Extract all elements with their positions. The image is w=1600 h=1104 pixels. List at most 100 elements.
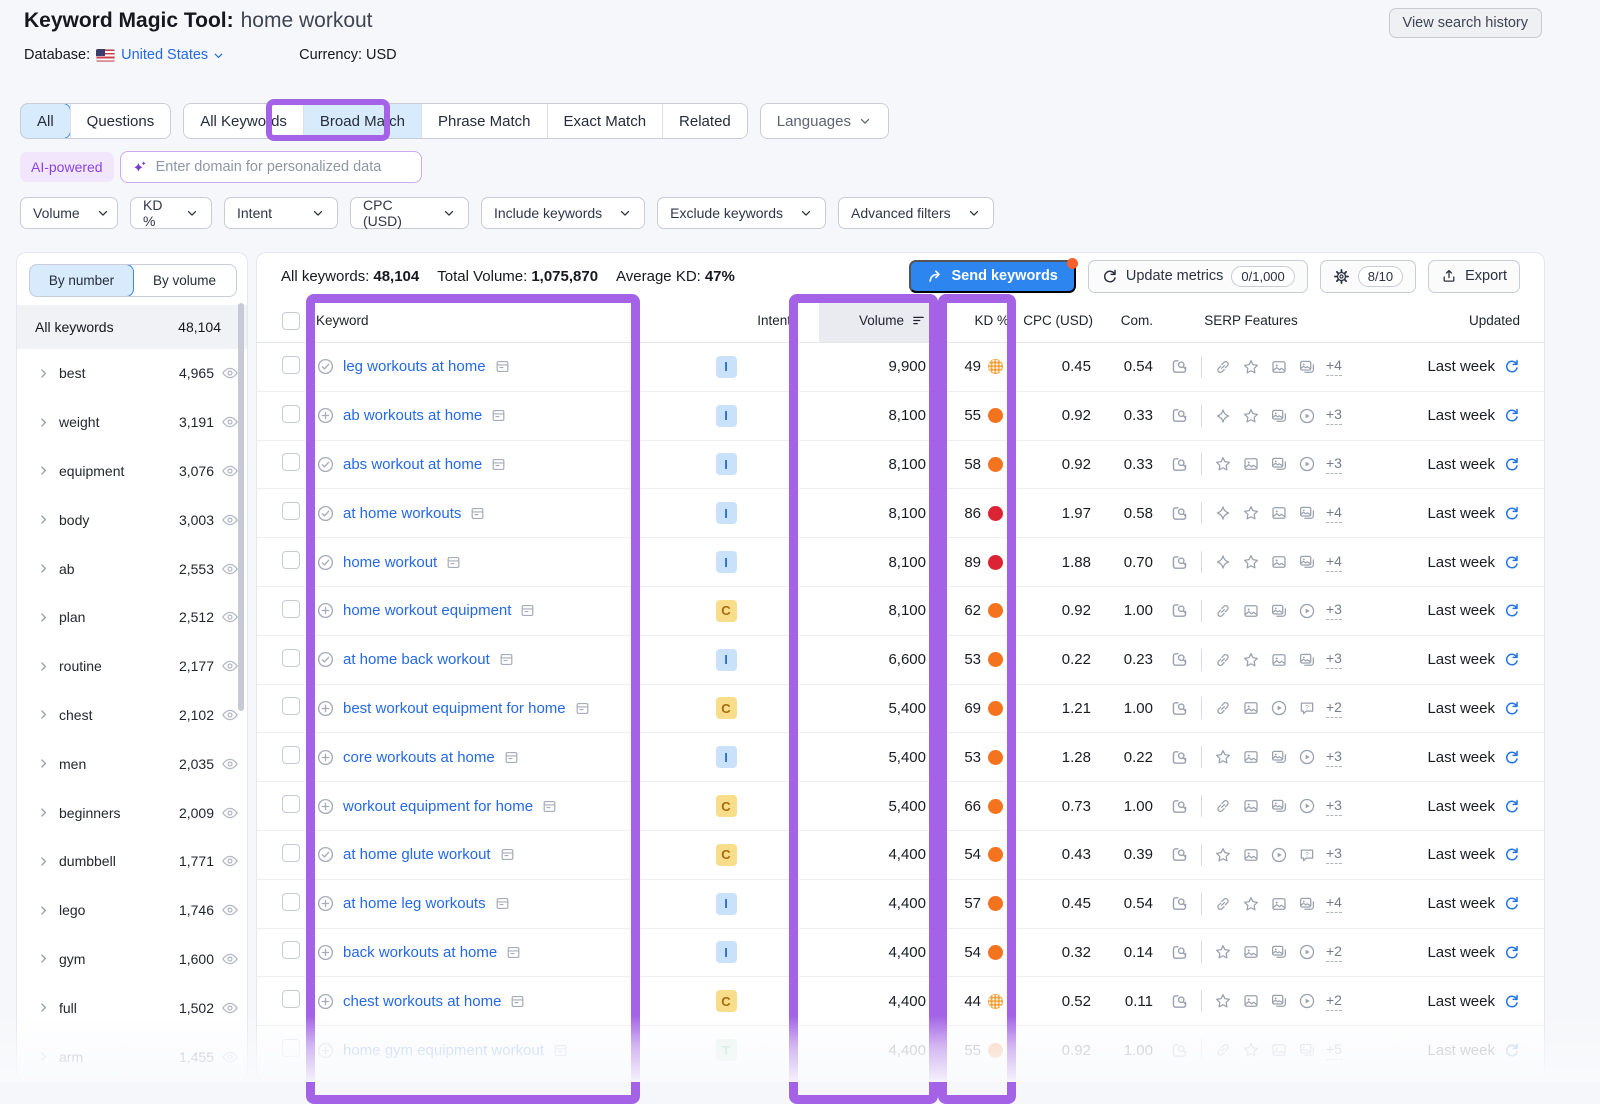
keyword-link[interactable]: abs workout at home xyxy=(343,456,482,473)
chevron-right-icon[interactable] xyxy=(37,904,50,917)
keyword-link[interactable]: chest workouts at home xyxy=(343,993,501,1010)
tab-exact-match[interactable]: Exact Match xyxy=(547,104,663,138)
refresh-metrics-icon[interactable] xyxy=(1503,749,1520,766)
images-icon[interactable] xyxy=(1270,992,1288,1010)
link-icon[interactable] xyxy=(1214,1041,1232,1059)
export-button[interactable]: Export xyxy=(1428,260,1520,293)
row-checkbox[interactable] xyxy=(282,551,300,569)
images-icon[interactable] xyxy=(1270,455,1288,473)
serp-preview-icon[interactable] xyxy=(1170,1041,1189,1060)
serp-more-features[interactable]: +4 xyxy=(1326,357,1342,376)
chevron-right-icon[interactable] xyxy=(37,562,50,575)
keyword-link[interactable]: at home workouts xyxy=(343,505,461,522)
play-icon[interactable] xyxy=(1298,797,1316,815)
chevron-right-icon[interactable] xyxy=(37,952,50,965)
serp-snippet-icon[interactable] xyxy=(503,749,520,766)
view-search-history-button[interactable]: View search history xyxy=(1389,8,1542,38)
image-icon[interactable] xyxy=(1242,699,1260,717)
sidebar-group-row[interactable]: arm1,455 xyxy=(17,1032,247,1081)
keyword-added-icon[interactable] xyxy=(316,357,335,376)
link-icon[interactable] xyxy=(1214,699,1232,717)
refresh-metrics-icon[interactable] xyxy=(1503,358,1520,375)
row-checkbox[interactable] xyxy=(282,893,300,911)
eye-icon[interactable] xyxy=(221,804,239,822)
languages-dropdown[interactable]: Languages xyxy=(761,104,888,138)
eye-icon[interactable] xyxy=(221,1048,239,1066)
row-checkbox[interactable] xyxy=(282,990,300,1008)
play-icon[interactable] xyxy=(1270,846,1288,864)
refresh-metrics-icon[interactable] xyxy=(1503,700,1520,717)
col-header-serp-features[interactable]: SERP Features xyxy=(1156,299,1346,342)
images-icon[interactable] xyxy=(1298,651,1316,669)
star-icon[interactable] xyxy=(1242,1041,1260,1059)
link-icon[interactable] xyxy=(1214,602,1232,620)
col-header-kd[interactable]: KD % xyxy=(938,299,1017,342)
col-header-keyword[interactable]: Keyword xyxy=(313,299,661,342)
chevron-down-icon[interactable] xyxy=(442,206,456,220)
images-icon[interactable] xyxy=(1270,407,1288,425)
refresh-metrics-icon[interactable] xyxy=(1503,1042,1520,1059)
send-keywords-button[interactable]: Send keywords xyxy=(909,260,1076,293)
image-icon[interactable] xyxy=(1242,943,1260,961)
refresh-metrics-icon[interactable] xyxy=(1503,407,1520,424)
serp-more-features[interactable]: +3 xyxy=(1326,797,1342,816)
sidebar-group-row[interactable]: equipment3,076 xyxy=(17,447,247,496)
serp-preview-icon[interactable] xyxy=(1170,992,1189,1011)
chevron-down-icon[interactable] xyxy=(185,206,199,220)
images-icon[interactable] xyxy=(1298,1041,1316,1059)
images-icon[interactable] xyxy=(1270,602,1288,620)
select-all-checkbox[interactable] xyxy=(282,312,300,330)
sidebar-group-row[interactable]: full1,502 xyxy=(17,983,247,1032)
serp-snippet-icon[interactable] xyxy=(494,358,511,375)
keyword-added-icon[interactable] xyxy=(316,845,335,864)
refresh-metrics-icon[interactable] xyxy=(1503,944,1520,961)
row-checkbox[interactable] xyxy=(282,844,300,862)
row-checkbox[interactable] xyxy=(282,356,300,374)
serp-preview-icon[interactable] xyxy=(1170,406,1189,425)
eye-icon[interactable] xyxy=(221,560,239,578)
serp-snippet-icon[interactable] xyxy=(574,700,591,717)
filter-cpc-usd-[interactable]: CPC (USD) xyxy=(350,197,469,229)
eye-icon[interactable] xyxy=(221,462,239,480)
add-keyword-icon[interactable] xyxy=(316,797,335,816)
image-icon[interactable] xyxy=(1270,358,1288,376)
link-icon[interactable] xyxy=(1214,895,1232,913)
sidebar-group-row[interactable]: weight3,191 xyxy=(17,398,247,447)
star-icon[interactable] xyxy=(1242,895,1260,913)
play-icon[interactable] xyxy=(1298,748,1316,766)
chevron-right-icon[interactable] xyxy=(37,806,50,819)
sidebar-group-row[interactable]: dumbbell1,771 xyxy=(17,837,247,886)
serp-preview-icon[interactable] xyxy=(1170,797,1189,816)
filter-include-keywords[interactable]: Include keywords xyxy=(481,197,645,229)
tab-related[interactable]: Related xyxy=(662,104,747,138)
toggle-by-volume[interactable]: By volume xyxy=(133,265,236,296)
serp-more-features[interactable]: +3 xyxy=(1326,650,1342,669)
image-icon[interactable] xyxy=(1242,602,1260,620)
sidebar-group-row[interactable]: men2,035 xyxy=(17,739,247,788)
serp-preview-icon[interactable] xyxy=(1170,845,1189,864)
play-icon[interactable] xyxy=(1298,455,1316,473)
serp-preview-icon[interactable] xyxy=(1170,455,1189,474)
row-checkbox[interactable] xyxy=(282,795,300,813)
chevron-down-icon[interactable] xyxy=(618,206,632,220)
filter-advanced-filters[interactable]: Advanced filters xyxy=(838,197,994,229)
eye-icon[interactable] xyxy=(221,608,239,626)
toggle-by-number[interactable]: By number xyxy=(29,264,134,297)
chevron-down-icon[interactable] xyxy=(96,206,110,220)
star-icon[interactable] xyxy=(1242,651,1260,669)
all-keywords-row[interactable]: All keywords48,104 xyxy=(17,305,247,349)
keyword-link[interactable]: home gym equipment workout xyxy=(343,1042,544,1059)
serp-preview-icon[interactable] xyxy=(1170,894,1189,913)
serp-more-features[interactable]: +3 xyxy=(1326,406,1342,425)
images-icon[interactable] xyxy=(1270,797,1288,815)
serp-more-features[interactable]: +3 xyxy=(1326,601,1342,620)
star-icon[interactable] xyxy=(1214,846,1232,864)
col-header-volume[interactable]: Volume xyxy=(819,299,938,342)
keyword-added-icon[interactable] xyxy=(316,455,335,474)
add-keyword-icon[interactable] xyxy=(316,601,335,620)
images-icon[interactable] xyxy=(1270,748,1288,766)
refresh-metrics-icon[interactable] xyxy=(1503,554,1520,571)
image-icon[interactable] xyxy=(1270,651,1288,669)
chevron-down-icon[interactable] xyxy=(967,206,981,220)
sidebar-group-row[interactable]: plan2,512 xyxy=(17,593,247,642)
